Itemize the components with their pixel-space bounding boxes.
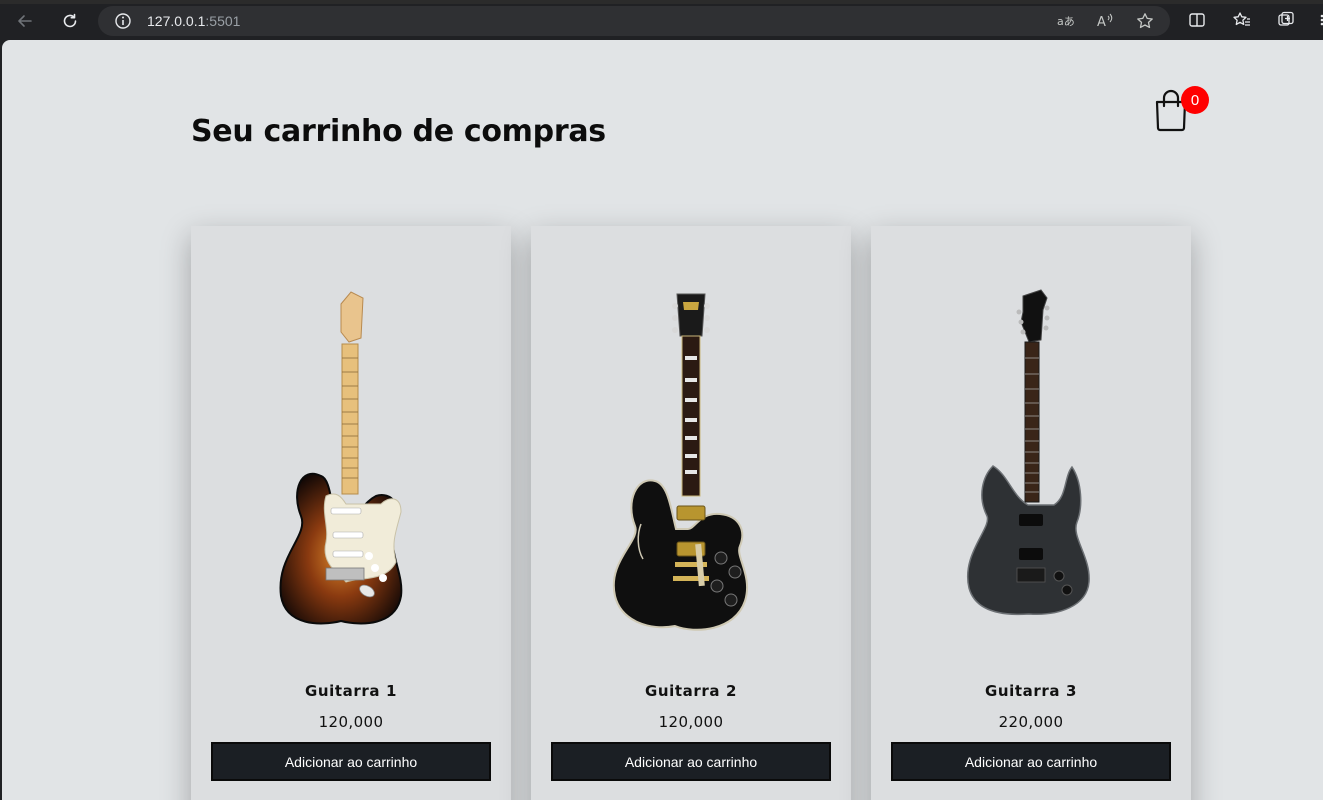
url-host: 127.0.0.1 [147, 13, 206, 29]
page-viewport: Seu carrinho de compras 0 Guitarra 1 120… [2, 40, 1323, 800]
read-aloud-icon[interactable]: A [1096, 12, 1114, 30]
black-superstrat-guitar-image [966, 289, 1090, 616]
info-icon[interactable] [114, 12, 132, 30]
add-to-cart-button[interactable]: Adicionar ao carrinho [551, 742, 831, 781]
favorites-icon[interactable] [1233, 11, 1251, 29]
sunburst-strat-guitar-image [279, 291, 403, 625]
browser-toolbar: 127.0.0.1:5501 aあ A [0, 0, 1323, 40]
back-icon[interactable] [12, 8, 38, 34]
product-card: Guitarra 1 120,000 Adicionar ao carrinho [191, 226, 511, 800]
more-icon[interactable] [1318, 11, 1323, 29]
translate-icon[interactable]: aあ [1056, 12, 1074, 30]
tab-strip [0, 0, 1323, 4]
add-to-cart-button[interactable]: Adicionar ao carrinho [211, 742, 491, 781]
product-price: 120,000 [658, 713, 724, 731]
address-bar[interactable]: 127.0.0.1:5501 aあ A [98, 6, 1170, 36]
product-price: 120,000 [318, 713, 384, 731]
split-screen-icon[interactable] [1188, 11, 1206, 29]
cart-count-badge: 0 [1181, 86, 1209, 114]
product-card: Guitarra 3 220,000 Adicionar ao carrinho [871, 226, 1191, 800]
product-price: 220,000 [998, 713, 1064, 731]
svg-text:aあ: aあ [1057, 15, 1074, 28]
product-card: Guitarra 2 120,000 Adicionar ao carrinho [531, 226, 851, 800]
page-title: Seu carrinho de compras [191, 114, 606, 149]
product-name: Guitarra 2 [644, 682, 737, 700]
reload-icon[interactable] [57, 8, 83, 34]
svg-text:A: A [1097, 15, 1106, 30]
product-name: Guitarra 3 [984, 682, 1077, 700]
add-to-cart-button[interactable]: Adicionar ao carrinho [891, 742, 1171, 781]
collections-icon[interactable] [1277, 11, 1295, 29]
url-text[interactable]: 127.0.0.1:5501 [147, 13, 240, 29]
product-name: Guitarra 1 [304, 682, 397, 700]
url-port: :5501 [205, 13, 241, 29]
favorite-star-icon[interactable] [1136, 12, 1154, 30]
black-les-paul-guitar-image [612, 293, 749, 631]
